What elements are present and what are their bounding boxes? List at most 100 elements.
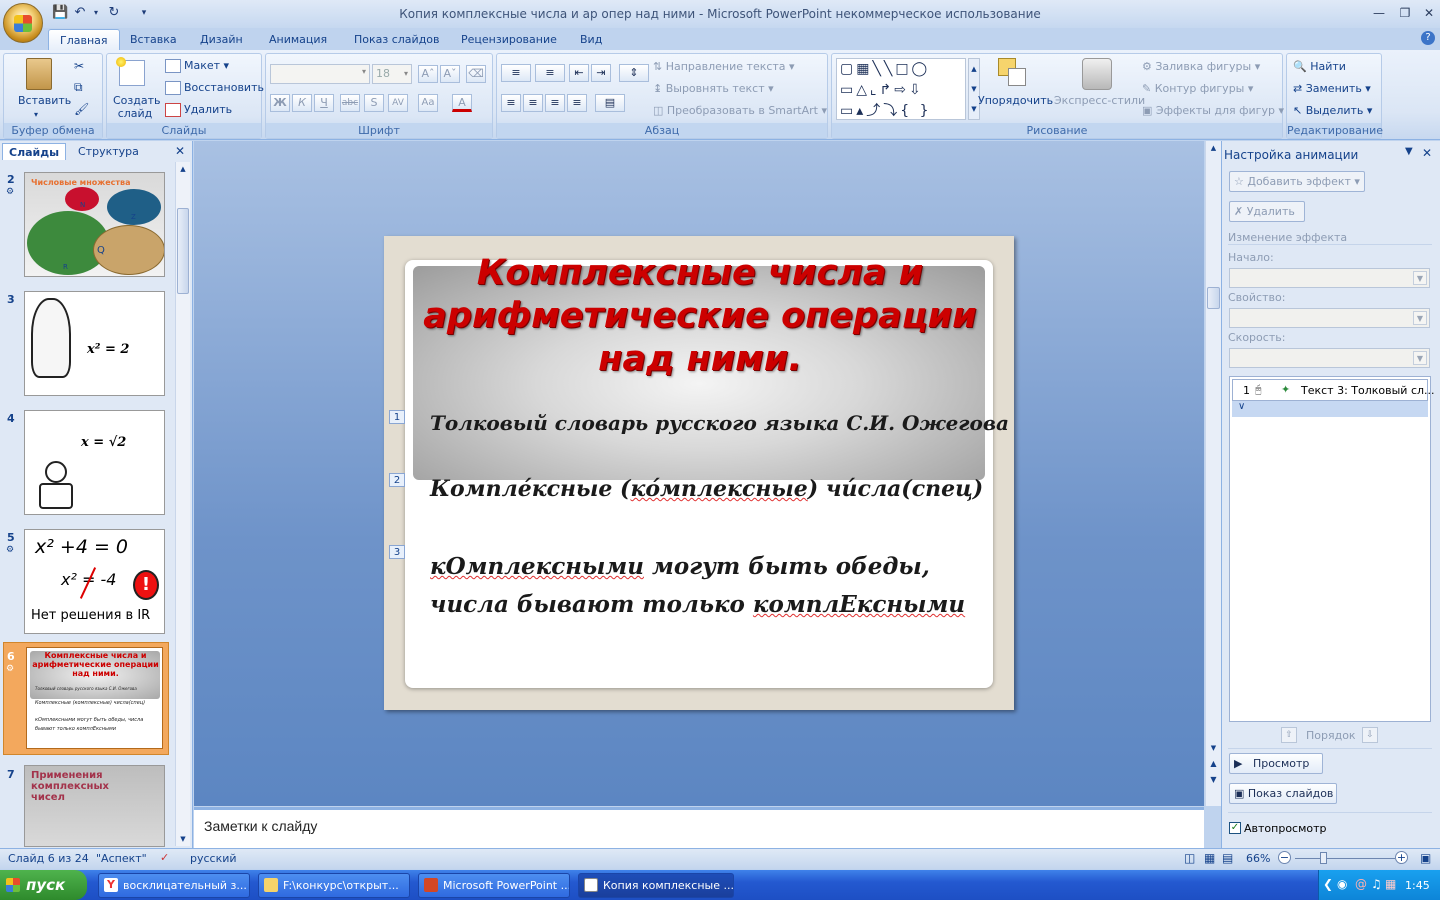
align-right-icon[interactable]: ≡ [545,94,565,112]
slide-text-3[interactable]: кОмплексными могут быть обеды, числа быва… [430,548,965,624]
font-color-icon[interactable]: A [452,94,472,112]
start-button[interactable]: пуск [0,870,87,900]
redo-icon[interactable]: ↻ [106,5,122,21]
undo-icon[interactable]: ↶ [72,5,88,21]
paste-icon[interactable] [26,58,52,90]
anim-marker-2[interactable]: 2 [389,473,405,487]
slide-text-1[interactable]: Толковый словарь русского языка С.И. Оже… [430,411,1009,435]
tray-volume-icon[interactable]: ♫ [1371,877,1382,891]
tray-expand-icon[interactable]: ❮ [1323,877,1333,891]
slide-thumb-4[interactable]: x = √2 [24,410,165,515]
scroll-up-icon[interactable]: ▲ [176,162,190,176]
clear-format-icon[interactable]: ⌫ [466,65,486,83]
shrink-font-icon[interactable]: Aˇ [440,65,460,83]
layout-button[interactable]: Макет ▾ [165,59,229,73]
tab-animation[interactable]: Анимация [258,29,338,50]
slides-pane-scrollbar[interactable]: ▲ ▼ [175,162,190,846]
slideshow-view-icon[interactable]: ▤ [1222,851,1233,865]
scroll-up-icon[interactable]: ▲ [1206,141,1221,155]
shapes-gallery-scroll[interactable]: ▲ ▼ ▼ [968,58,980,120]
format-painter-icon[interactable]: 🖌 [74,102,89,116]
office-button[interactable] [3,3,43,43]
move-down-icon[interactable]: ⇩ [1362,727,1378,743]
font-name-field[interactable]: ▾ [270,64,370,84]
strikethrough-icon[interactable]: abc [340,94,360,112]
grow-font-icon[interactable]: Aˆ [418,65,438,83]
remove-effect-button[interactable]: ✗ Удалить [1229,201,1305,222]
slide-text-2[interactable]: Компле́ксные (ко́мплексные) чи́сла(спец) [430,476,983,502]
shape-effects-button[interactable]: ▣ Эффекты для фигур ▾ [1142,104,1284,117]
shadow-icon[interactable]: S [364,94,384,112]
save-icon[interactable]: 💾 [52,5,68,21]
shape-fill-button[interactable]: ⚙ Заливка фигуры ▾ [1142,60,1260,73]
align-text-button[interactable]: ↨ Выровнять текст ▾ [653,82,774,95]
slide-thumb-7[interactable]: Применения комплексных чисел [24,765,165,847]
tab-home[interactable]: Главная [48,29,120,50]
tray-app-icon[interactable]: ◉ [1337,877,1347,891]
quick-styles-button[interactable]: Экспресс-стили [1054,94,1145,107]
pane-close-icon[interactable]: ✕ [175,144,185,158]
delete-slide-button[interactable]: Удалить [165,103,232,117]
fit-to-window-icon[interactable]: ▣ [1420,851,1431,865]
reset-button[interactable]: Восстановить [165,81,264,95]
task-document[interactable]: Копия комплексные ... [578,873,734,898]
zoom-slider-track[interactable] [1295,858,1395,859]
task-explorer[interactable]: F:\конкурс\открыт... [258,873,410,898]
new-slide-icon[interactable] [116,57,145,86]
numbering-icon[interactable]: ≡ [535,64,565,82]
anim-marker-3[interactable]: 3 [389,545,405,559]
replace-button[interactable]: ⇄ Заменить ▾ [1293,82,1371,95]
slide-thumb-3[interactable]: x² = 2 [24,291,165,396]
property-combo[interactable]: ▼ [1229,308,1430,328]
zoom-out-icon[interactable]: − [1278,851,1291,864]
sorter-view-icon[interactable]: ▦ [1204,851,1215,865]
pane-close-icon[interactable]: ✕ [1422,146,1432,160]
slide-thumb-6[interactable]: Комплексные числа и арифметические опера… [26,647,163,749]
play-button[interactable]: ▶ Просмотр [1229,753,1323,774]
close-button[interactable]: ✕ [1416,4,1440,22]
columns-icon[interactable]: ▤ [595,94,625,112]
spellcheck-icon[interactable]: ✓ [160,851,169,864]
underline-icon[interactable]: Ч [314,94,334,112]
add-effect-button[interactable]: ☆ Добавить эффект ▾ [1229,171,1365,192]
zoom-in-icon[interactable]: + [1395,851,1408,864]
paste-button[interactable]: Вставить [18,94,71,107]
autopreview-checkbox[interactable]: ✓ [1229,822,1241,834]
line-spacing-icon[interactable]: ⇕ [619,64,649,82]
copy-icon[interactable]: ⧉ [74,80,83,95]
italic-icon[interactable]: К [292,94,312,112]
normal-view-icon[interactable]: ◫ [1184,851,1195,865]
minimize-button[interactable]: — [1366,4,1392,22]
align-center-icon[interactable]: ≡ [523,94,543,112]
select-button[interactable]: ↖ Выделить ▾ [1293,104,1372,117]
paste-dropdown-icon[interactable]: ▾ [34,110,38,119]
increase-indent-icon[interactable]: ⇥ [591,64,611,82]
scroll-down-icon[interactable]: ▼ [1206,741,1221,755]
tab-outline[interactable]: Структура [72,143,145,160]
clock[interactable]: 1:45 [1405,879,1430,892]
font-size-field[interactable]: 18 ▾ [372,64,412,84]
language-indicator[interactable]: русский [190,852,237,865]
pane-menu-icon[interactable]: ▼ [1405,146,1413,157]
find-button[interactable]: 🔍 Найти [1293,60,1346,73]
prev-slide-icon[interactable]: ▲ [1206,757,1221,771]
bold-icon[interactable]: Ж [270,94,290,112]
text-direction-button[interactable]: ⇅ Направление текста ▾ [653,60,795,73]
task-browser[interactable]: Yвосклицательный з... [98,873,250,898]
tray-mail-icon[interactable]: @ [1355,877,1367,891]
shape-outline-button[interactable]: ✎ Контур фигуры ▾ [1142,82,1253,95]
notes-pane[interactable]: Заметки к слайду [194,807,1204,848]
arrange-icon[interactable] [998,58,1030,90]
tab-insert[interactable]: Вставка [119,29,188,50]
cut-icon[interactable]: ✂ [74,59,84,73]
tab-view[interactable]: Вид [569,29,613,50]
tab-design[interactable]: Дизайн [189,29,254,50]
slideshow-button[interactable]: ▣ Показ слайдов [1229,783,1337,804]
new-slide-button[interactable]: Создать слайд [113,94,161,120]
arrange-button[interactable]: Упорядочить [978,94,1053,107]
change-case-icon[interactable]: Aa [418,94,438,112]
undo-dropdown-icon[interactable]: ▾ [88,5,104,21]
task-powerpoint[interactable]: Microsoft PowerPoint ... [418,873,570,898]
justify-icon[interactable]: ≡ [567,94,587,112]
scroll-thumb[interactable] [177,208,189,294]
